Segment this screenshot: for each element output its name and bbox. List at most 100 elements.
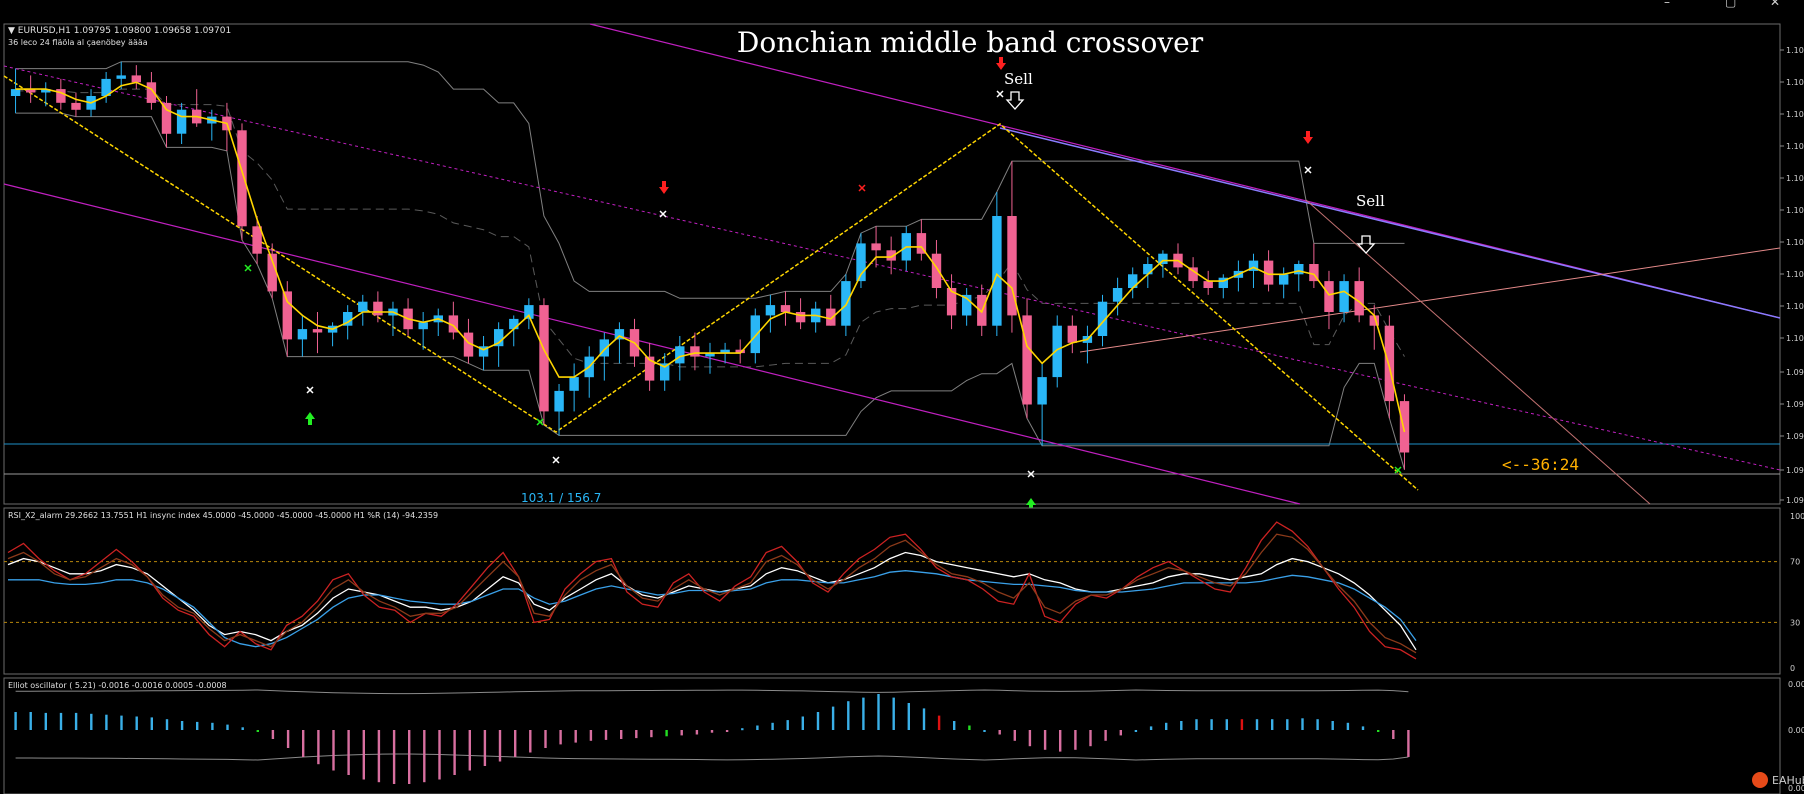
- elliot-bar: [877, 694, 880, 730]
- candle-body: [297, 329, 308, 340]
- elliot-bar: [1271, 719, 1274, 730]
- elliot-bar: [574, 730, 577, 743]
- candle-body: [1339, 281, 1349, 312]
- elliot-bar: [1316, 719, 1319, 730]
- candle-body: [569, 377, 579, 391]
- elliot-tick-label: 0.00: [1788, 680, 1804, 689]
- elliot-bar: [862, 697, 865, 730]
- candle-body: [539, 305, 549, 412]
- candle-body: [10, 89, 21, 96]
- elliot-bar: [1301, 718, 1304, 730]
- elliot-bar: [211, 722, 214, 730]
- elliot-bar: [983, 730, 986, 732]
- elliot-bar: [529, 730, 532, 753]
- rsi-header: RSI_X2_alarm 29.2662 13.7551 H1 insync i…: [8, 511, 438, 520]
- elliot-header: Elliot oscillator ( 5.21) -0.0016 -0.001…: [8, 681, 227, 690]
- elliot-bar: [29, 712, 32, 730]
- candle-body: [1279, 274, 1289, 285]
- candle-body: [554, 390, 564, 412]
- price-tick-label: 1.10: [1786, 174, 1804, 183]
- price-tick-label: 1.09: [1786, 466, 1804, 475]
- elliot-bar: [74, 712, 78, 730]
- candle-body: [1112, 288, 1123, 302]
- candle-body: [282, 291, 292, 340]
- elliot-bar: [317, 730, 320, 765]
- sub-header: 36 leco 24 fläöla al çaenöbey äääa: [8, 38, 148, 47]
- elliot-bar: [90, 713, 93, 730]
- candle-body: [71, 102, 81, 110]
- candle-body: [1324, 281, 1334, 312]
- elliot-bar: [756, 725, 759, 730]
- maximize-button[interactable]: ▢: [1725, 0, 1736, 9]
- elliot-bar: [1377, 730, 1380, 732]
- elliot-bar: [620, 730, 623, 739]
- price-tick-label: 1.09: [1786, 496, 1804, 505]
- fib-label: 103.1 / 156.7: [521, 491, 601, 505]
- elliot-bar: [241, 727, 244, 730]
- elliot-bar: [741, 728, 744, 731]
- elliot-bar: [1392, 730, 1395, 739]
- elliot-bar: [801, 716, 804, 730]
- elliot-bar: [226, 724, 229, 730]
- elliot-bar: [892, 697, 895, 730]
- candle-body: [1158, 253, 1168, 264]
- elliot-bar: [665, 730, 668, 737]
- elliot-bar: [105, 714, 108, 730]
- elliot-bar: [286, 730, 290, 748]
- elliot-bar: [392, 730, 396, 784]
- price-tick-label: 1.10: [1786, 78, 1804, 87]
- elliot-bar: [256, 730, 259, 732]
- elliot-bar: [468, 730, 471, 771]
- elliot-bar: [271, 730, 275, 739]
- elliot-bar: [165, 719, 169, 730]
- elliot-bar: [1180, 721, 1183, 730]
- elliot-bar: [559, 730, 562, 745]
- elliot-bar: [635, 730, 638, 739]
- candle-body: [1354, 281, 1364, 316]
- elliot-bar: [453, 730, 456, 775]
- price-tick-label: 1.10: [1786, 142, 1804, 151]
- elliot-bar: [438, 730, 441, 780]
- watermark-text: EAHub: [1772, 774, 1804, 787]
- elliot-bar: [180, 721, 184, 730]
- sell-label: Sell: [1004, 70, 1033, 88]
- elliot-bar: [44, 712, 47, 730]
- elliot-bar: [1195, 719, 1198, 730]
- candle-body: [312, 329, 323, 333]
- candle-body: [1052, 325, 1062, 378]
- price-chart-pane[interactable]: ▼ EURUSD,H1 1.09795 1.09800 1.09658 1.09…: [3, 23, 1804, 525]
- rsi-tick-label: 30: [1790, 618, 1800, 627]
- candle-body: [992, 216, 1002, 326]
- elliot-bar: [968, 725, 971, 730]
- candle-body: [418, 322, 428, 330]
- rsi-tick-label: 0: [1790, 664, 1795, 673]
- elliot-bar: [907, 703, 910, 730]
- elliot-bar: [377, 730, 381, 783]
- candle-body: [750, 315, 760, 354]
- elliot-oscillator-pane[interactable]: Elliot oscillator ( 5.21) -0.0016 -0.001…: [3, 677, 1804, 794]
- price-tick-label: 1.10: [1786, 302, 1804, 311]
- rsi-pane[interactable]: RSI_X2_alarm 29.2662 13.7551 H1 insync i…: [3, 507, 1804, 675]
- candle-body: [826, 308, 836, 326]
- candle-body: [795, 312, 806, 323]
- elliot-bar: [1407, 730, 1410, 757]
- price-tick-label: 1.10: [1786, 334, 1804, 343]
- close-button[interactable]: ✕: [1770, 0, 1780, 9]
- elliot-bar: [1165, 722, 1168, 730]
- price-tick-label: 1.10: [1786, 270, 1804, 279]
- elliot-bar: [544, 730, 547, 748]
- candle-body: [373, 301, 383, 316]
- candle-body: [131, 75, 141, 83]
- elliot-bar: [1104, 730, 1107, 741]
- candle-body: [871, 243, 881, 251]
- elliot-bar: [725, 730, 729, 732]
- candle-body: [237, 130, 247, 227]
- candle-body: [690, 346, 700, 357]
- candle-body: [1067, 325, 1077, 343]
- minimize-button[interactable]: –: [1664, 0, 1670, 9]
- elliot-bar: [423, 730, 426, 783]
- elliot-bar: [1255, 719, 1259, 730]
- elliot-bar: [786, 720, 789, 730]
- candle: [539, 298, 549, 426]
- elliot-bar: [650, 730, 653, 738]
